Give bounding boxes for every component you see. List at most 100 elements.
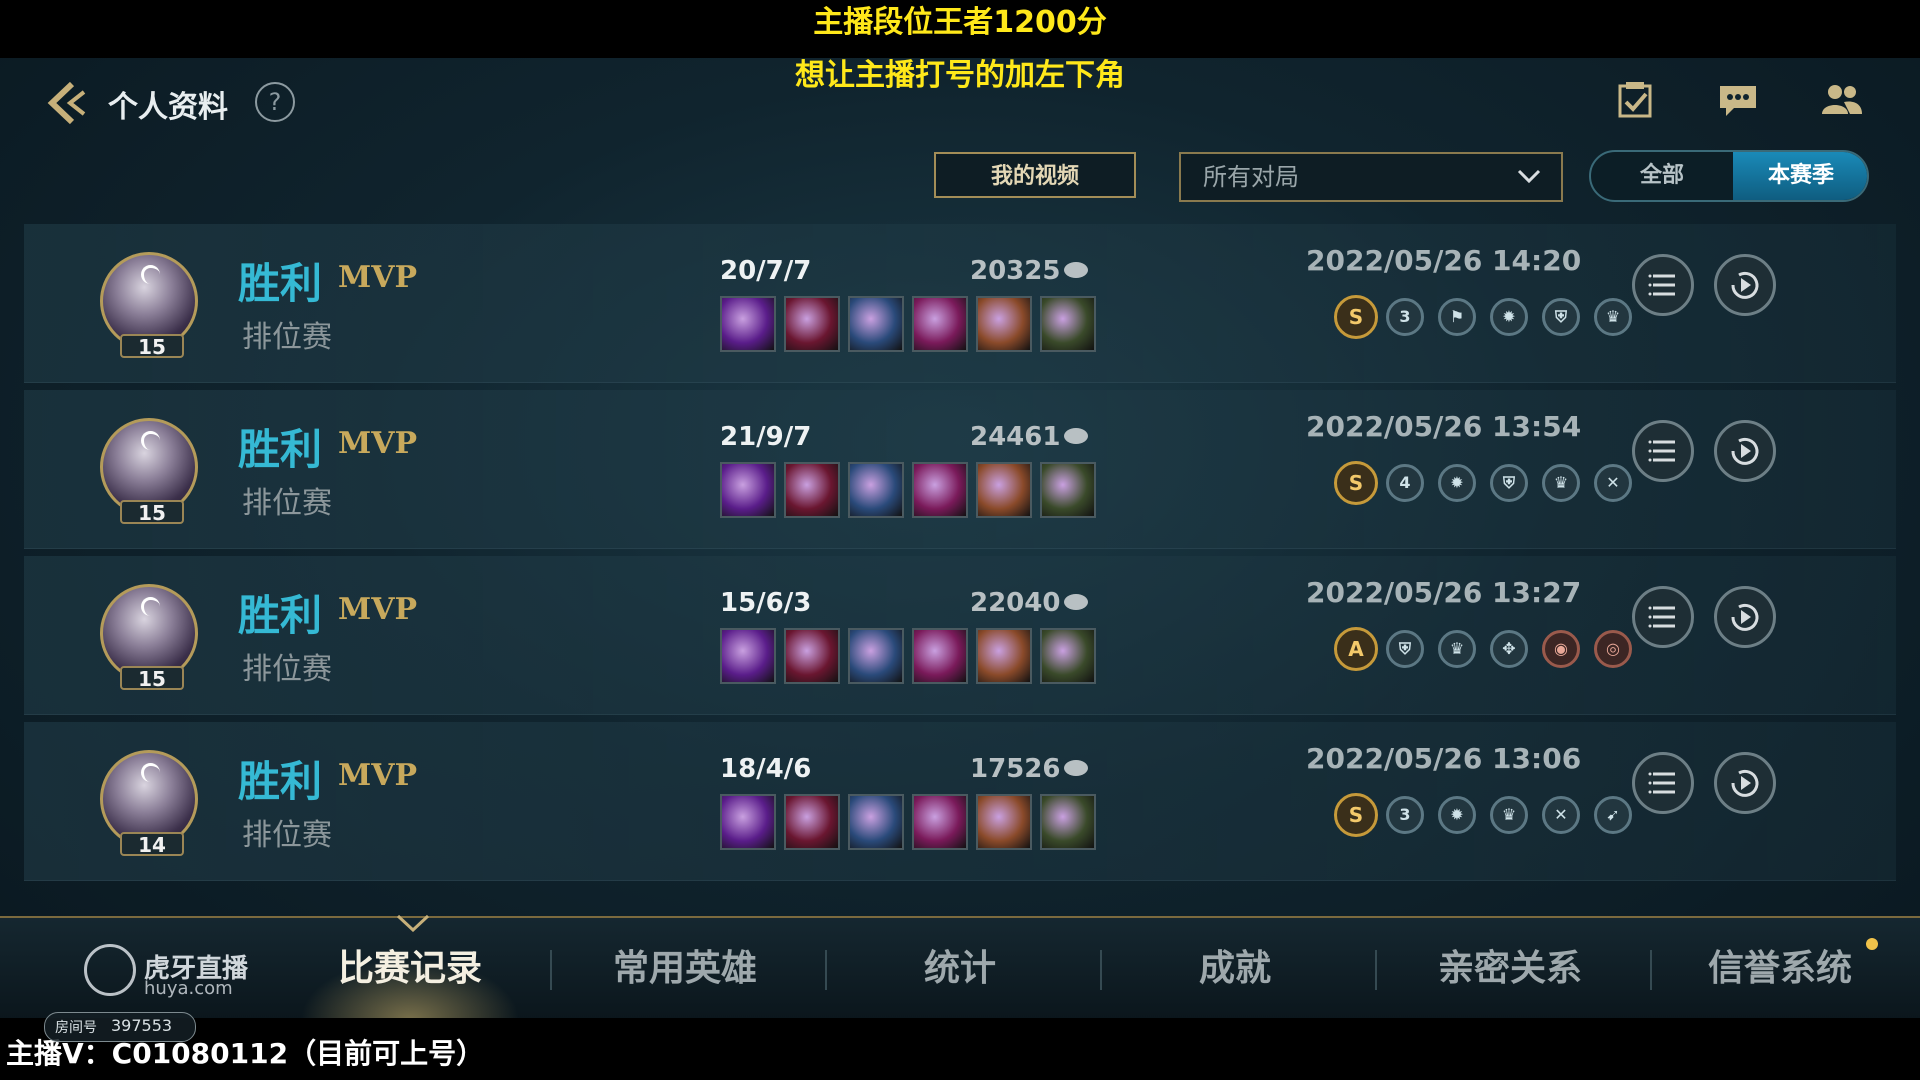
season-toggle[interactable]: 全部 本赛季 (1589, 150, 1869, 202)
tab-relationships[interactable]: 亲密关系 (1400, 918, 1620, 1020)
match-details-button[interactable] (1632, 254, 1694, 316)
list-icon (1648, 772, 1675, 794)
huya-logo-icon (84, 944, 136, 996)
achievement-badge-icon: ♛ (1438, 630, 1476, 668)
huya-watermark: 虎牙直播 huya.com 房间号 397553 (44, 944, 314, 1054)
match-filter-dropdown[interactable]: 所有对局 (1179, 152, 1563, 202)
item-slot-icon[interactable] (976, 628, 1032, 684)
avatar-moon-mark (141, 431, 160, 450)
gold-icon (1064, 262, 1088, 278)
match-row[interactable]: 14 胜利 MVP 排位赛 18/4/6 17526 2022/05/26 13:06 S 3 ✹… (24, 722, 1896, 881)
list-icon (1648, 606, 1675, 628)
kda-value: 15/6/3 (720, 588, 812, 618)
item-slot-icon[interactable] (720, 462, 776, 518)
replay-icon (1731, 437, 1759, 465)
match-row[interactable]: 15 胜利 MVP 排位赛 21/9/7 24461 2022/05/26 13:54 S 4 ✹… (24, 390, 1896, 549)
overlay-line-2: 想让主播打号的加左下角 (795, 58, 1125, 93)
kda-value: 18/4/6 (720, 754, 812, 784)
achievement-badge-icon: ⛨ (1490, 464, 1528, 502)
match-result: 胜利 (238, 757, 323, 806)
match-replay-button[interactable] (1714, 420, 1776, 482)
mvp-label: MVP (338, 260, 418, 295)
gold-icon (1064, 594, 1088, 610)
achievement-badge-icon: ⛨ (1386, 630, 1424, 668)
item-slot-icon[interactable] (1040, 628, 1096, 684)
item-slot-icon[interactable] (784, 628, 840, 684)
item-slot-icon[interactable] (976, 462, 1032, 518)
item-slot-icon[interactable] (1040, 794, 1096, 850)
achievement-badge-icon: ✕ (1594, 464, 1632, 502)
mvp-label: MVP (338, 592, 418, 627)
overlay-line-1: 主播段位王者1200分 (813, 5, 1107, 40)
match-row[interactable]: 15 胜利 MVP 排位赛 20/7/7 20325 2022/05/26 14:20 S 3 ⚑… (24, 224, 1896, 383)
gold-value: 17526 (970, 754, 1061, 784)
hero-level-badge: 15 (120, 334, 184, 358)
item-slot-icon[interactable] (912, 296, 968, 352)
my-videos-button[interactable]: 我的视频 (934, 152, 1136, 198)
item-slot-icon[interactable] (976, 794, 1032, 850)
match-mode: 排位赛 (242, 320, 332, 355)
match-replay-button[interactable] (1714, 254, 1776, 316)
match-filter-value: 所有对局 (1203, 163, 1299, 191)
kda-value: 21/9/7 (720, 422, 812, 452)
item-slot-icon[interactable] (720, 794, 776, 850)
match-details-button[interactable] (1632, 420, 1694, 482)
match-result: 胜利 (238, 591, 323, 640)
item-slot-icon[interactable] (976, 296, 1032, 352)
list-icon (1648, 440, 1675, 462)
achievement-badge-icon: ✹ (1438, 464, 1476, 502)
gold-value: 20325 (970, 256, 1061, 286)
room-number: 397553 (111, 1016, 173, 1035)
item-slot-icon[interactable] (848, 794, 904, 850)
mvp-label: MVP (338, 426, 418, 461)
item-slot-icon[interactable] (720, 628, 776, 684)
avatar-moon-mark (141, 763, 160, 782)
tab-match-history[interactable]: 比赛记录 (300, 918, 520, 1020)
tab-statistics[interactable]: 统计 (850, 918, 1070, 1020)
item-slot-icon[interactable] (1040, 296, 1096, 352)
match-row[interactable]: 15 胜利 MVP 排位赛 15/6/3 22040 2022/05/26 13:27 A ⛨ ♛… (24, 556, 1896, 715)
achievement-badge-icon: ♛ (1594, 298, 1632, 336)
item-slot-icon[interactable] (912, 462, 968, 518)
item-slot-icon[interactable] (848, 628, 904, 684)
item-slot-icon[interactable] (912, 794, 968, 850)
achievement-badge-icon: 4 (1386, 464, 1424, 502)
achievement-badge-icon: ➹ (1594, 796, 1632, 834)
gold-icon (1064, 428, 1088, 444)
avatar-moon-mark (141, 597, 160, 616)
achievement-badge-icon: ✕ (1542, 796, 1580, 834)
achievement-badge-icon: ♛ (1542, 464, 1580, 502)
item-slot-icon[interactable] (784, 794, 840, 850)
replay-icon (1731, 271, 1759, 299)
match-grade-badge: S (1334, 295, 1378, 339)
match-datetime: 2022/05/26 13:06 (1306, 742, 1582, 775)
tab-common-heroes[interactable]: 常用英雄 (575, 918, 795, 1020)
match-replay-button[interactable] (1714, 586, 1776, 648)
match-details-button[interactable] (1632, 752, 1694, 814)
achievement-badge-icon: ✹ (1490, 298, 1528, 336)
kda-value: 20/7/7 (720, 256, 812, 286)
item-slot-icon[interactable] (784, 296, 840, 352)
hero-level-badge: 15 (120, 666, 184, 690)
notification-dot (1866, 938, 1878, 950)
achievement-badge-icon: 3 (1386, 298, 1424, 336)
match-mode: 排位赛 (242, 652, 332, 687)
item-slot-icon[interactable] (848, 296, 904, 352)
item-slot-icon[interactable] (1040, 462, 1096, 518)
item-slot-icon[interactable] (912, 628, 968, 684)
tab-divider (825, 950, 827, 990)
item-slot-icon[interactable] (720, 296, 776, 352)
toggle-season-option[interactable]: 本赛季 (1733, 152, 1867, 200)
achievement-badge-icon: ◎ (1594, 630, 1632, 668)
mvp-label: MVP (338, 758, 418, 793)
toggle-all-option[interactable]: 全部 (1591, 152, 1733, 200)
hero-level-badge: 15 (120, 500, 184, 524)
item-slot-icon[interactable] (848, 462, 904, 518)
tab-achievements[interactable]: 成就 (1125, 918, 1345, 1020)
match-datetime: 2022/05/26 13:54 (1306, 410, 1582, 443)
tab-credit-system[interactable]: 信誉系统 (1670, 918, 1890, 1020)
match-replay-button[interactable] (1714, 752, 1776, 814)
item-slot-icon[interactable] (784, 462, 840, 518)
match-details-button[interactable] (1632, 586, 1694, 648)
achievement-badge-icon: ♛ (1490, 796, 1528, 834)
